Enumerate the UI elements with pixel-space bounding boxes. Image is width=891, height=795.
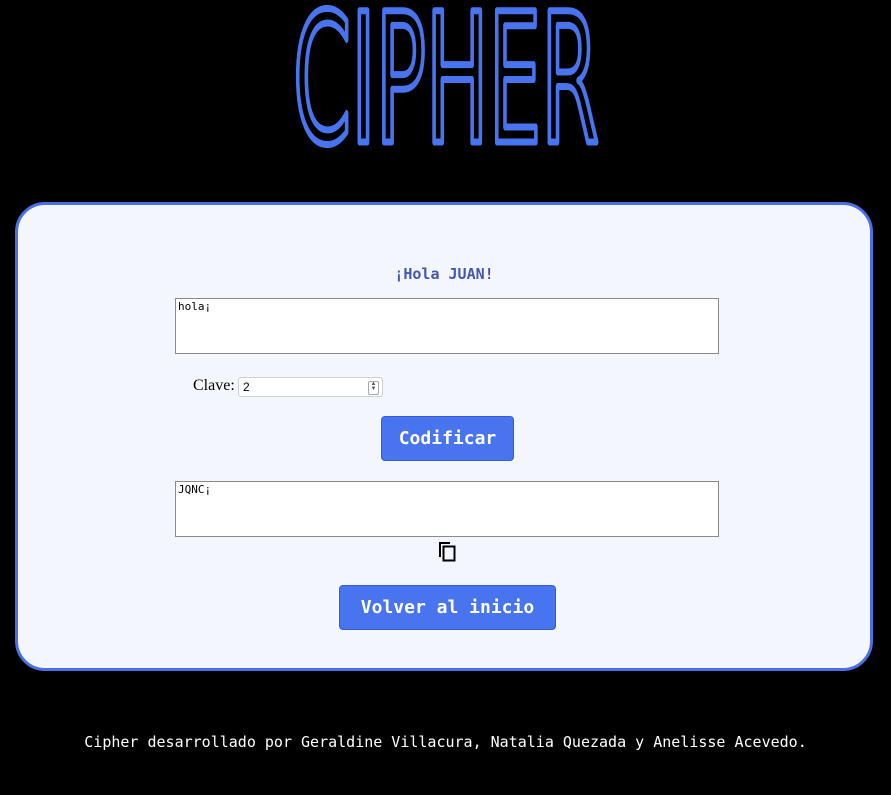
volver-button[interactable]: Volver al inicio (339, 585, 556, 630)
cipher-card: ¡Hola JUAN! hola¡ Clave: 2 ▲ ▼ Codificar … (15, 202, 873, 671)
result-output[interactable]: JQNC¡ (175, 481, 719, 537)
greeting: ¡Hola JUAN! (394, 265, 494, 283)
message-input[interactable]: hola¡ (175, 298, 719, 354)
clave-label: Clave: (193, 377, 235, 394)
copy-icon[interactable] (436, 539, 458, 563)
codificar-button[interactable]: Codificar (381, 416, 514, 461)
footer-credits: Cipher desarrollado por Geraldine Villac… (84, 733, 807, 751)
clave-value: 2 (243, 380, 250, 394)
logo-text: CIPHER (293, 0, 599, 160)
spinner-icon[interactable]: ▲ ▼ (368, 381, 379, 395)
clave-number-input[interactable]: 2 ▲ ▼ (238, 377, 383, 397)
cipher-logo: CIPHER (0, 0, 891, 160)
